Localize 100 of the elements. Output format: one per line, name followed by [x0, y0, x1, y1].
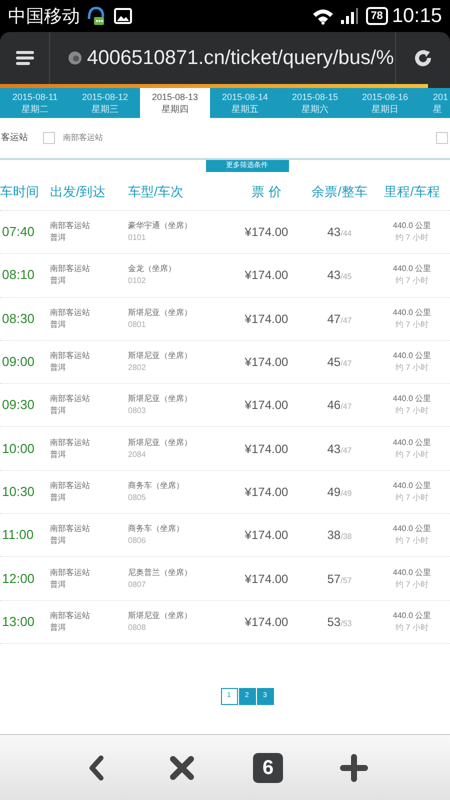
bus-type: 斯堪尼亚（坐席）	[128, 306, 193, 319]
close-icon	[169, 754, 195, 780]
departure-time: 07:40	[2, 224, 35, 240]
distance: 440.0 公里	[392, 220, 432, 232]
travel-duration: 约 7 小时	[396, 318, 428, 331]
ticket-price: ¥174.00	[244, 442, 288, 456]
bus-number: 0102	[128, 275, 147, 288]
departure-time: 10:30	[2, 484, 35, 499]
image-icon	[114, 8, 132, 24]
column-header[interactable]: 车时间	[0, 184, 39, 200]
date-tab[interactable]: 2015-08-13 星期四	[140, 88, 210, 118]
date-tab[interactable]: 2015-08-14 星期五	[210, 88, 280, 118]
bus-type: 斯堪尼亚（坐席）	[128, 436, 193, 449]
origin-station: 南部客运站	[50, 220, 91, 232]
ticket-price: ¥174.00	[244, 355, 288, 370]
ticket-price: ¥174.00	[244, 268, 288, 282]
ticket-price: ¥174.00	[244, 312, 288, 326]
origin-station: 南部客运站	[50, 436, 91, 449]
departure-time: 08:10	[2, 267, 35, 282]
distance: 440.0 公里	[392, 523, 432, 536]
menu-icon	[16, 51, 34, 65]
back-icon	[88, 754, 104, 780]
bus-number: 0808	[128, 622, 147, 634]
date-tab[interactable]: 201 星	[420, 88, 450, 118]
signal-icon	[340, 8, 358, 24]
travel-duration: 约 7 小时	[396, 362, 428, 374]
bus-type: 斯堪尼亚（坐席）	[128, 393, 193, 406]
column-header[interactable]: 票 价	[252, 184, 282, 200]
distance: 440.0 公里	[392, 566, 432, 579]
clock-time: 10:15	[392, 6, 442, 26]
checkbox[interactable]	[43, 132, 55, 144]
travel-duration: 约 7 小时	[396, 405, 428, 418]
departure-time: 09:30	[2, 397, 35, 412]
seats-remaining: 53/53	[327, 614, 352, 630]
origin-station: 南部客运站	[50, 306, 91, 319]
ticket-price: ¥174.00	[244, 225, 288, 240]
headset-chat-icon	[86, 5, 106, 27]
departure-time: 13:00	[2, 614, 35, 629]
new-tab-button[interactable]	[339, 752, 369, 782]
tabs-button[interactable]: 6	[253, 752, 283, 782]
destination: 普洱	[50, 535, 67, 548]
seats-remaining: 43/44	[327, 224, 352, 240]
bus-number: 0101	[128, 232, 147, 244]
column-header[interactable]: 里程/车程	[384, 184, 440, 200]
seats-remaining: 45/47	[327, 354, 352, 370]
bus-number: 0801	[128, 318, 147, 331]
plus-icon	[340, 754, 368, 782]
bus-number: 2084	[128, 448, 147, 461]
departure-time: 12:00	[2, 570, 35, 586]
checkbox[interactable]	[436, 132, 448, 144]
date-tab[interactable]: 2015-08-16 星期日	[350, 88, 420, 118]
bus-type: 豪华宇通（坐席）	[128, 220, 193, 232]
bus-number: 0805	[128, 492, 147, 504]
column-header[interactable]: 出发/到达	[50, 184, 106, 200]
distance: 440.0 公里	[392, 393, 432, 406]
date-tab[interactable]: 2015-08-15 星期六	[280, 88, 350, 118]
destination: 普洱	[50, 622, 67, 634]
bus-type: 商务车（坐席）	[128, 480, 185, 492]
origin-station: 南部客运站	[50, 566, 91, 579]
origin-station: 南部客运站	[50, 523, 91, 536]
station-filter-label: 客运站	[1, 131, 28, 144]
ticket-price: ¥174.00	[244, 398, 288, 412]
ticket-price: ¥174.00	[244, 614, 288, 629]
distance: 440.0 公里	[392, 306, 432, 319]
origin-station: 南部客运站	[50, 610, 91, 622]
distance: 440.0 公里	[392, 436, 432, 449]
seats-remaining: 47/47	[327, 310, 352, 327]
travel-duration: 约 7 小时	[396, 492, 428, 504]
bus-type: 金龙（坐席）	[128, 263, 177, 276]
bus-number: 0803	[128, 405, 147, 418]
date-tab[interactable]: 2015-08-11 星期二	[0, 88, 70, 118]
destination: 普洱	[50, 318, 67, 331]
bus-number: 0807	[128, 578, 147, 591]
travel-duration: 约 7 小时	[396, 232, 428, 244]
column-header[interactable]: 余票/整车	[312, 184, 368, 200]
seats-remaining: 38/38	[327, 527, 352, 544]
bus-number: 0806	[128, 535, 147, 548]
destination: 普洱	[50, 275, 67, 288]
destination: 普洱	[50, 362, 67, 374]
seats-remaining: 46/47	[327, 397, 352, 414]
distance: 440.0 公里	[392, 480, 432, 492]
reload-icon	[414, 49, 432, 67]
travel-duration: 约 7 小时	[396, 448, 428, 461]
bus-number: 2802	[128, 362, 147, 374]
ticket-price: ¥174.00	[244, 528, 288, 542]
wifi-icon	[312, 7, 334, 25]
date-tab[interactable]: 2015-08-12 星期三	[70, 88, 140, 118]
column-header[interactable]: 车型/车次	[128, 184, 184, 200]
globe-icon	[68, 51, 82, 65]
destination: 普洱	[50, 578, 67, 591]
departure-time: 08:30	[2, 310, 35, 326]
distance: 440.0 公里	[392, 350, 432, 362]
origin-station: 南部客运站	[50, 393, 91, 406]
bus-type: 商务车（坐席）	[128, 523, 185, 536]
travel-duration: 约 7 小时	[396, 535, 428, 548]
ticket-price: ¥174.00	[244, 484, 288, 499]
origin-station: 南部客运站	[50, 263, 91, 276]
origin-station: 南部客运站	[50, 480, 91, 492]
ticket-price: ¥174.00	[244, 572, 288, 586]
seats-remaining: 49/49	[327, 484, 352, 500]
